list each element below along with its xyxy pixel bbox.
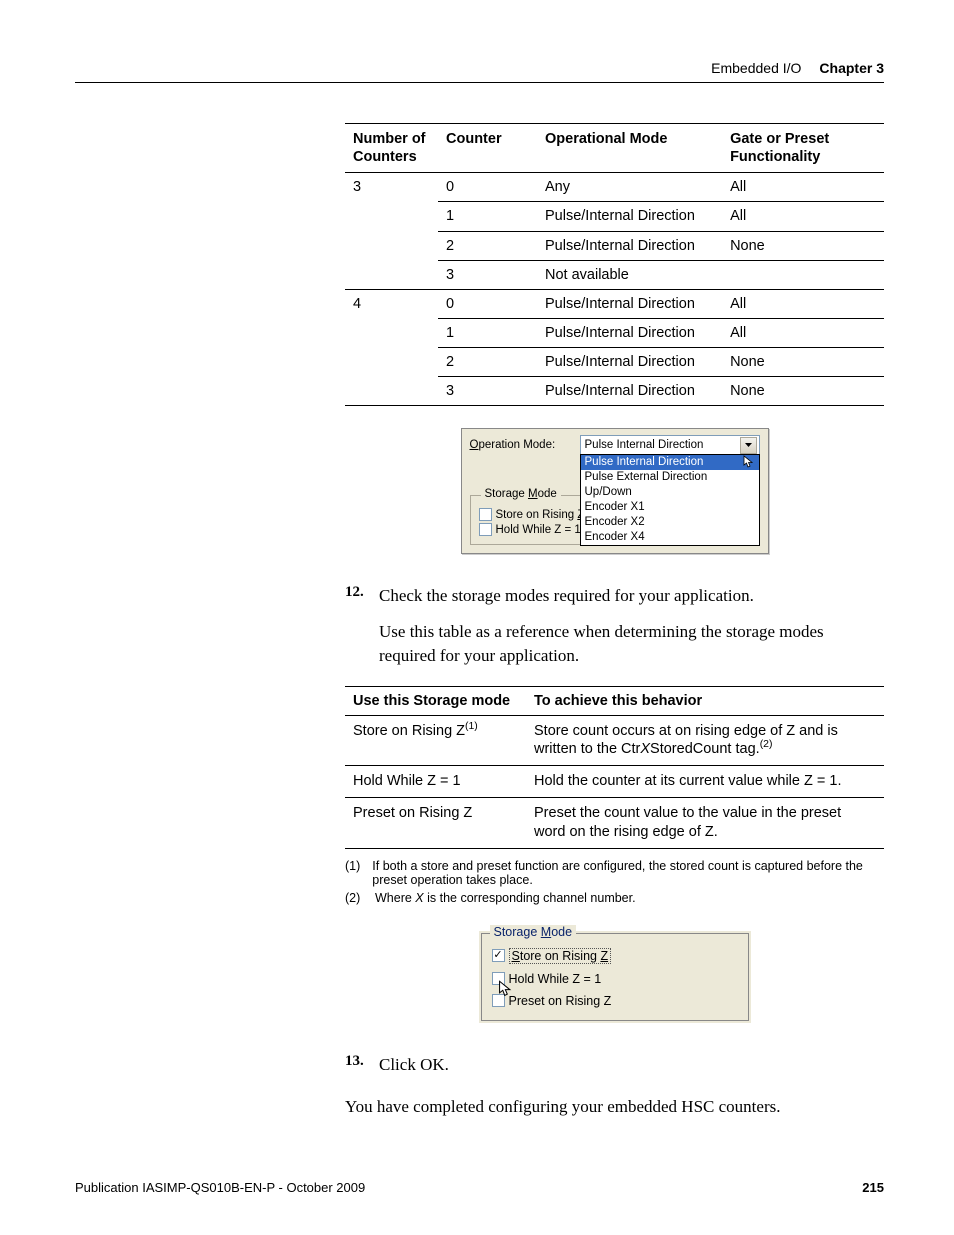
header-section: Embedded I/O: [711, 60, 801, 76]
closing-para: You have completed configuring your embe…: [345, 1095, 884, 1119]
cell: Hold While Z = 1: [345, 766, 526, 798]
cell: All: [722, 318, 884, 347]
header-chapter: Chapter 3: [819, 60, 884, 76]
table-row: Preset on Rising Z Preset the count valu…: [345, 798, 884, 849]
opmode-option[interactable]: Pulse External Direction: [581, 470, 759, 485]
th-gate-preset: Gate or Preset Functionality: [722, 124, 884, 173]
step-number: 12.: [345, 584, 379, 608]
opmode-option[interactable]: Encoder X2: [581, 515, 759, 530]
step-12: 12. Check the storage modes required for…: [345, 584, 884, 608]
th-op-mode: Operational Mode: [537, 124, 722, 173]
cell: Pulse/Internal Direction: [537, 348, 722, 377]
opmode-option-list[interactable]: Pulse Internal Direction Pulse External …: [580, 454, 760, 546]
hold-while-z-label: Hold While Z = 1: [496, 524, 581, 536]
step-12-para: Use this table as a reference when deter…: [379, 620, 884, 668]
cell: 2: [438, 231, 537, 260]
storage-mode-table: Use this Storage mode To achieve this be…: [345, 686, 884, 849]
table-row: 3 0 Any All: [345, 173, 884, 202]
cell: Pulse/Internal Direction: [537, 231, 722, 260]
cell: Hold the counter at its current value wh…: [526, 766, 884, 798]
th-num-counters: Number of Counters: [345, 124, 438, 173]
store-rising-z-checkbox[interactable]: [492, 949, 505, 962]
counters-table: Number of Counters Counter Operational M…: [345, 123, 884, 406]
cell: None: [722, 377, 884, 406]
cell: Pulse/Internal Direction: [537, 202, 722, 231]
preset-rising-z-label: Preset on Rising Z: [509, 994, 612, 1008]
storage-mode-legend: Storage Mode: [481, 488, 561, 500]
opmode-option[interactable]: Up/Down: [581, 485, 759, 500]
step-text: Click OK.: [379, 1053, 449, 1077]
cell: All: [722, 289, 884, 318]
cell-num: 3: [345, 173, 438, 290]
cell: 0: [438, 289, 537, 318]
mouse-cursor-icon: [498, 980, 514, 1001]
opmode-option[interactable]: Pulse Internal Direction: [581, 455, 759, 470]
cell: 3: [438, 260, 537, 289]
page-header: Embedded I/O Chapter 3: [75, 60, 884, 83]
cell: Pulse/Internal Direction: [537, 377, 722, 406]
cell: Pulse/Internal Direction: [537, 289, 722, 318]
cell: Any: [537, 173, 722, 202]
opmode-option[interactable]: Encoder X1: [581, 500, 759, 515]
cell: Preset on Rising Z: [345, 798, 526, 849]
store-rising-z-checkbox[interactable]: [479, 508, 492, 521]
opmode-dialog-screenshot: Operation Mode: Pulse Internal Direction…: [461, 428, 769, 554]
page-footer: Publication IASIMP-QS010B-EN-P - October…: [75, 1180, 884, 1195]
cell: All: [722, 173, 884, 202]
step-number: 13.: [345, 1053, 379, 1077]
cell: 2: [438, 348, 537, 377]
hold-while-z-checkbox[interactable]: [479, 523, 492, 536]
cell: Store on Rising Z(1): [345, 715, 526, 766]
opmode-option[interactable]: Encoder X4: [581, 530, 759, 545]
cell: 1: [438, 202, 537, 231]
cell: 1: [438, 318, 537, 347]
cell-num: 4: [345, 289, 438, 406]
step-13: 13. Click OK.: [345, 1053, 884, 1077]
cell: All: [722, 202, 884, 231]
dropdown-arrow-icon[interactable]: [740, 437, 757, 454]
cell: Store count occurs at on rising edge of …: [526, 715, 884, 766]
store-rising-z-label: Store on Rising Z: [496, 509, 585, 521]
cell: Pulse/Internal Direction: [537, 318, 722, 347]
cell: Preset the count value to the value in t…: [526, 798, 884, 849]
opmode-dropdown[interactable]: Pulse Internal Direction: [580, 435, 760, 455]
th-behavior: To achieve this behavior: [526, 686, 884, 715]
th-counter: Counter: [438, 124, 537, 173]
store-rising-z-label: Store on Rising Z: [509, 948, 612, 964]
footnotes: (1) If both a store and preset function …: [345, 859, 884, 905]
table-row: Hold While Z = 1 Hold the counter at its…: [345, 766, 884, 798]
table-row: 4 0 Pulse/Internal Direction All: [345, 289, 884, 318]
cell: Not available: [537, 260, 884, 289]
cell: None: [722, 231, 884, 260]
cell: 3: [438, 377, 537, 406]
storage-mode-legend: Storage Mode: [490, 925, 577, 939]
opmode-label: Operation Mode:: [470, 439, 580, 451]
page-number: 215: [862, 1180, 884, 1195]
cell: None: [722, 348, 884, 377]
mouse-cursor-icon: [743, 455, 755, 474]
table-row: Store on Rising Z(1) Store count occurs …: [345, 715, 884, 766]
th-storage-mode: Use this Storage mode: [345, 686, 526, 715]
publication-info: Publication IASIMP-QS010B-EN-P - October…: [75, 1180, 365, 1195]
footnote-2: (2) Where X is the corresponding channel…: [345, 891, 884, 905]
opmode-value: Pulse Internal Direction: [585, 439, 704, 451]
hold-while-z-label: Hold While Z = 1: [509, 972, 602, 986]
footnote-1: (1) If both a store and preset function …: [345, 859, 884, 887]
cell: 0: [438, 173, 537, 202]
storage-mode-screenshot: Storage Mode Store on Rising Z Hold Whil…: [479, 931, 751, 1023]
step-text: Check the storage modes required for you…: [379, 584, 754, 608]
